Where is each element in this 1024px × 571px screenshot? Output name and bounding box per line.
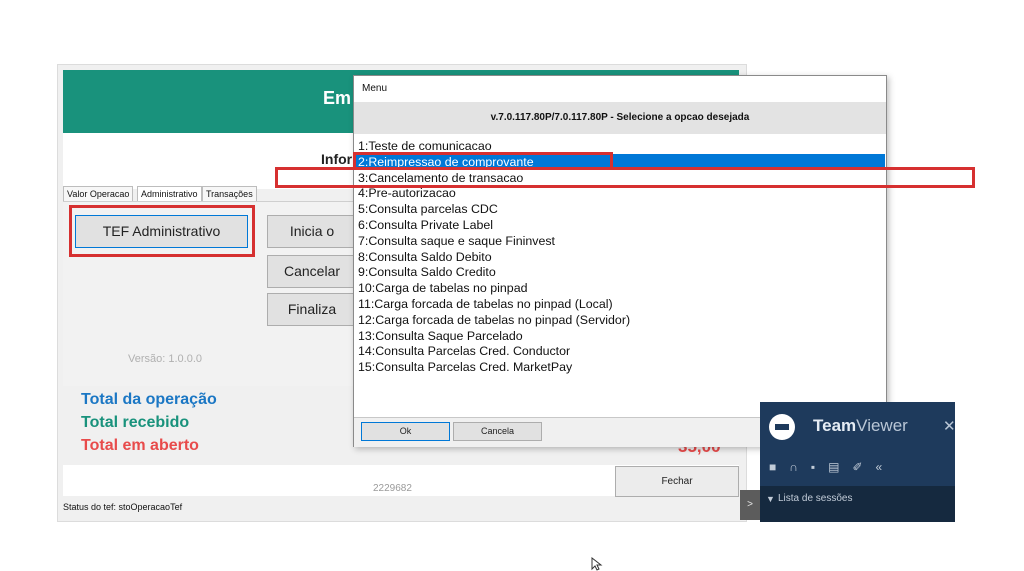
menu-option[interactable]: 15:Consulta Parcelas Cred. MarketPay bbox=[355, 359, 885, 375]
teamviewer-logo-icon bbox=[769, 414, 795, 440]
teamviewer-name-bold: Team bbox=[813, 416, 857, 435]
menu-option[interactable]: 9:Consulta Saldo Credito bbox=[355, 264, 885, 280]
cancelamento-highlight bbox=[275, 167, 975, 188]
close-icon[interactable]: ✕ bbox=[943, 417, 956, 435]
menu-option[interactable]: 5:Consulta parcelas CDC bbox=[355, 201, 885, 217]
total-operacao-label: Total da operação bbox=[81, 391, 217, 408]
teamviewer-panel: TeamViewer ✕ ■∩▪▤✐« ▼ Lista de sessões bbox=[760, 402, 956, 522]
chevron-down-icon: ▼ bbox=[766, 494, 775, 504]
expand-arrow-icon[interactable]: > bbox=[740, 490, 760, 520]
finaliza-button[interactable]: Finaliza bbox=[267, 293, 357, 326]
ok-button[interactable]: Ok bbox=[361, 422, 450, 441]
app-header-title: Em bbox=[323, 88, 352, 108]
session-list-label: Lista de sessões bbox=[778, 493, 853, 504]
menu-option[interactable]: 14:Consulta Parcelas Cred. Conductor bbox=[355, 343, 885, 359]
teamviewer-name: TeamViewer bbox=[813, 416, 908, 436]
menu-option[interactable]: 12:Carga forcada de tabelas no pinpad (S… bbox=[355, 312, 885, 328]
cancelar-button[interactable]: Cancelar bbox=[267, 255, 357, 288]
files-icon[interactable]: ▤ bbox=[828, 460, 852, 474]
version-label: Versão: 1.0.0.0 bbox=[128, 353, 202, 365]
menu-subtitle: v.7.0.117.80P/7.0.117.80P - Selecione a … bbox=[354, 102, 886, 134]
total-recebido-label: Total recebido bbox=[81, 414, 190, 431]
collapse-icon[interactable]: « bbox=[876, 460, 896, 474]
menu-option[interactable]: 10:Carga de tabelas no pinpad bbox=[355, 280, 885, 296]
total-aberto-label: Total em aberto bbox=[81, 437, 199, 454]
camera-icon[interactable]: ■ bbox=[769, 460, 789, 474]
brush-icon[interactable]: ✐ bbox=[852, 460, 875, 474]
headset-icon[interactable]: ∩ bbox=[789, 460, 811, 474]
menu-option[interactable]: 13:Consulta Saque Parcelado bbox=[355, 328, 885, 344]
info-label: Infor bbox=[321, 151, 353, 167]
menu-option[interactable]: 7:Consulta saque e saque Fininvest bbox=[355, 233, 885, 249]
fechar-button[interactable]: Fechar bbox=[615, 466, 739, 497]
menu-option[interactable]: 8:Consulta Saldo Debito bbox=[355, 249, 885, 265]
operation-number: 2229682 bbox=[373, 483, 412, 494]
menu-dialog: Menu v.7.0.117.80P/7.0.117.80P - Selecio… bbox=[353, 75, 887, 447]
status-bar: Status do tef: stoOperacaoTef bbox=[63, 502, 183, 512]
inicia-button[interactable]: Inicia o bbox=[267, 215, 357, 248]
menu-option[interactable]: 11:Carga forcada de tabelas no pinpad (L… bbox=[355, 296, 885, 312]
menu-option[interactable]: 6:Consulta Private Label bbox=[355, 217, 885, 233]
chat-icon[interactable]: ▪ bbox=[811, 460, 828, 474]
teamviewer-toolbar: ■∩▪▤✐« bbox=[769, 460, 949, 478]
teamviewer-name-rest: Viewer bbox=[856, 416, 908, 435]
session-list-header[interactable]: ▼ Lista de sessões bbox=[760, 486, 955, 522]
tef-button-highlight bbox=[69, 205, 255, 257]
menu-title: Menu bbox=[362, 83, 388, 94]
cancela-button[interactable]: Cancela bbox=[453, 422, 542, 441]
teamviewer-arrows-icon bbox=[775, 424, 789, 430]
